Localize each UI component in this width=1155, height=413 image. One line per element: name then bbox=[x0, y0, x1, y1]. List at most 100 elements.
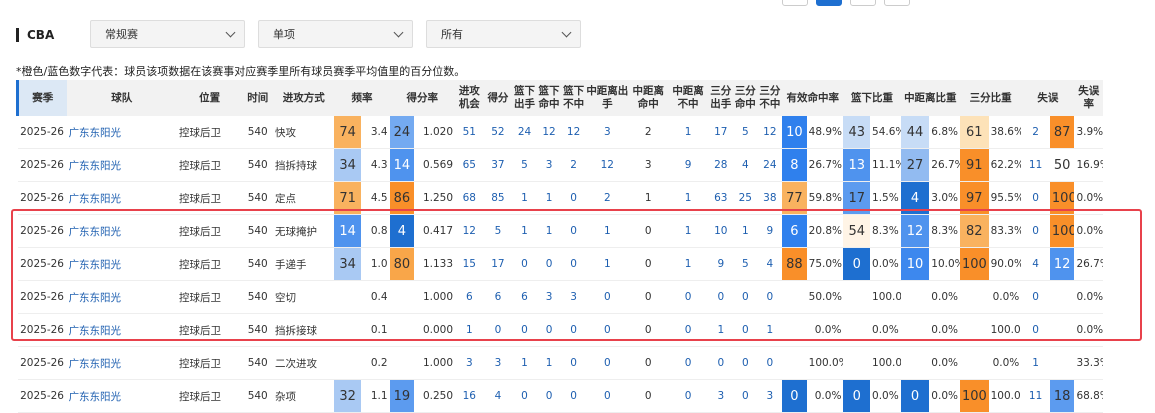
team-link[interactable]: 广东东阳光 bbox=[66, 148, 177, 182]
column-header[interactable]: 失误 bbox=[1021, 80, 1075, 116]
cell-poss: 68 bbox=[455, 181, 484, 215]
column-header[interactable]: 进攻方式 bbox=[273, 80, 335, 116]
page-button-active[interactable] bbox=[816, 0, 842, 6]
column-header[interactable]: 有效命中率 bbox=[782, 80, 844, 116]
cell-three-a: 28 bbox=[708, 148, 734, 182]
cell-type: 无球掩护 bbox=[273, 214, 335, 248]
cell-threer: 90.0% bbox=[988, 247, 1022, 281]
team-link[interactable]: 广东东阳光 bbox=[66, 280, 177, 314]
column-header[interactable]: 三分不中 bbox=[757, 80, 783, 116]
column-header[interactable]: 三分出手 bbox=[708, 80, 734, 116]
column-header[interactable]: 中距离比重 bbox=[900, 80, 960, 116]
cell-pts: 4 bbox=[483, 379, 513, 413]
team-link[interactable]: 广东东阳光 bbox=[66, 313, 177, 347]
cell-rim-m: 0 bbox=[536, 247, 562, 281]
cell-three-m: 0 bbox=[733, 379, 758, 413]
cell-rim-x: 0 bbox=[561, 379, 586, 413]
team-link[interactable]: 广东东阳光 bbox=[66, 214, 177, 248]
cell-efg: 0.0% bbox=[806, 379, 844, 413]
cell-mid-a: 3 bbox=[585, 116, 629, 149]
cell-midr: 0.0% bbox=[929, 379, 960, 413]
cell-efg-pct bbox=[782, 313, 807, 347]
cell-rim-a: 6 bbox=[512, 280, 537, 314]
team-link[interactable]: 广东东阳光 bbox=[66, 346, 177, 380]
cell-three-a: 17 bbox=[708, 116, 734, 149]
column-header[interactable]: 球队 bbox=[66, 80, 177, 116]
cell-efg-pct: 6 bbox=[782, 214, 807, 248]
column-header[interactable]: 中距离命中 bbox=[628, 80, 668, 116]
table-row: 2025-26 广东东阳光 控球后卫 540 二次进攻 0.2 1.000 3 3 1 1 0 0 0 0 0… bbox=[17, 346, 1138, 380]
cell-pts: 17 bbox=[483, 247, 513, 281]
cell-threer-pct bbox=[959, 313, 989, 347]
cell-rim-m: 0 bbox=[536, 313, 562, 347]
cell-ppp: 0.000 bbox=[414, 313, 455, 347]
cell-midr-pct bbox=[900, 346, 930, 380]
cell-tovr: 16.9% bbox=[1074, 148, 1104, 182]
cell-rim-m: 1 bbox=[536, 181, 562, 215]
team-link[interactable]: 广东东阳光 bbox=[66, 247, 177, 281]
season-type-select[interactable]: 常规赛 bbox=[90, 20, 245, 48]
column-header[interactable]: 中距离不中 bbox=[667, 80, 709, 116]
cell-ppp-pct: 14 bbox=[389, 148, 415, 182]
column-header[interactable]: 篮下命中 bbox=[536, 80, 562, 116]
cell-rimr: 8.3% bbox=[870, 214, 901, 248]
column-header[interactable]: 篮下比重 bbox=[843, 80, 901, 116]
cell-type: 手递手 bbox=[273, 247, 335, 281]
column-header[interactable]: 篮下不中 bbox=[561, 80, 586, 116]
cell-mid-m: 2 bbox=[628, 116, 668, 149]
category-select[interactable]: 单项 bbox=[258, 20, 413, 48]
cell-rim-x: 12 bbox=[561, 116, 586, 149]
cell-mid-a: 1 bbox=[585, 247, 629, 281]
cell-tov-pct: 18 bbox=[1049, 379, 1075, 413]
cell-pts: 85 bbox=[483, 181, 513, 215]
column-header[interactable]: 赛季 bbox=[15, 80, 67, 116]
cell-threer-pct: 97 bbox=[959, 181, 989, 215]
cell-type: 杂项 bbox=[273, 379, 335, 413]
cell-threer-pct bbox=[959, 280, 989, 314]
cell-tovr: 68.8% bbox=[1074, 379, 1104, 413]
column-header[interactable]: 位置 bbox=[176, 80, 243, 116]
team-link[interactable]: 广东东阳光 bbox=[66, 379, 177, 413]
table-row: 2025-26 广东东阳光 控球后卫 540 挡拆持球 34 4.3 14 0.569 65 37 5… bbox=[17, 148, 1138, 182]
page-button[interactable] bbox=[850, 0, 876, 6]
column-header[interactable]: 频率 bbox=[334, 80, 390, 116]
column-header[interactable]: 时间 bbox=[242, 80, 274, 116]
cell-time: 540 bbox=[242, 280, 274, 314]
cell-threer: 83.3% bbox=[988, 214, 1022, 248]
scope-select[interactable]: 所有 bbox=[426, 20, 581, 48]
cell-mid-m: 0 bbox=[628, 379, 668, 413]
team-link[interactable]: 广东东阳光 bbox=[66, 181, 177, 215]
cell-freq-pct: 74 bbox=[334, 116, 361, 149]
column-header[interactable]: 失误率 bbox=[1074, 80, 1104, 116]
column-header[interactable]: 三分命中 bbox=[733, 80, 758, 116]
cell-efg-pct: 77 bbox=[782, 181, 807, 215]
cell-three-a: 0 bbox=[708, 346, 734, 380]
cell-tovr: 0.0% bbox=[1074, 181, 1104, 215]
page-button[interactable] bbox=[884, 0, 910, 6]
cell-mid-x: 0 bbox=[667, 280, 709, 314]
cell-midr: 0.0% bbox=[929, 313, 960, 347]
column-header[interactable]: 三分比重 bbox=[959, 80, 1022, 116]
cell-freq: 0.8 bbox=[360, 214, 390, 248]
cell-threer: 0.0% bbox=[988, 346, 1022, 380]
cell-mid-x: 1 bbox=[667, 116, 709, 149]
column-header[interactable]: 得分 bbox=[483, 80, 513, 116]
cell-ppp-pct bbox=[389, 313, 415, 347]
page-button[interactable] bbox=[782, 0, 808, 6]
column-header[interactable]: 篮下出手 bbox=[512, 80, 537, 116]
cell-mid-x: 9 bbox=[667, 148, 709, 182]
column-header[interactable]: 进攻机会 bbox=[455, 80, 484, 116]
cell-three-a: 1 bbox=[708, 313, 734, 347]
cell-ppp: 0.417 bbox=[414, 214, 455, 248]
cell-tovr: 0.0% bbox=[1074, 313, 1104, 347]
cell-rim-m: 12 bbox=[536, 116, 562, 149]
cell-three-a: 10 bbox=[708, 214, 734, 248]
column-header[interactable]: 得分率 bbox=[389, 80, 455, 116]
team-link[interactable]: 广东东阳光 bbox=[66, 116, 177, 149]
chevron-down-icon bbox=[561, 27, 572, 37]
cell-tov-pct bbox=[1049, 280, 1075, 314]
cell-three-x: 1 bbox=[757, 313, 783, 347]
cell-freq: 0.1 bbox=[360, 313, 390, 347]
cell-pts: 52 bbox=[483, 116, 513, 149]
column-header[interactable]: 中距离出手 bbox=[585, 80, 629, 116]
